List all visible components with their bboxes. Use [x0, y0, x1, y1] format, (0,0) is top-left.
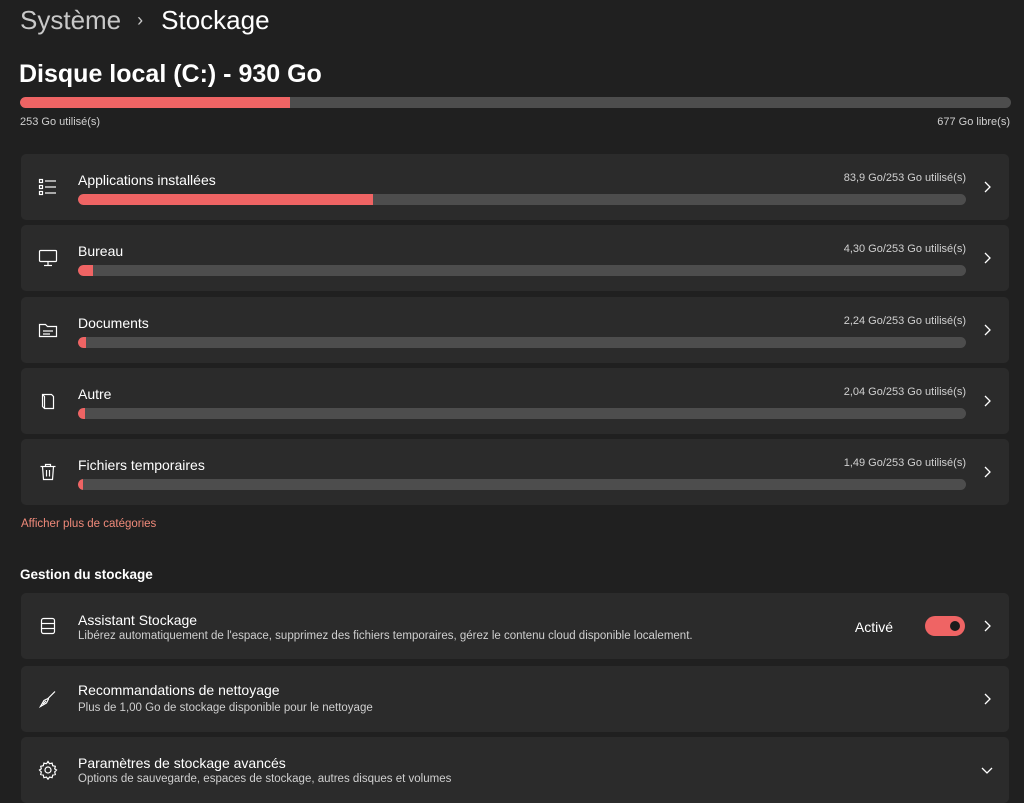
breadcrumb-separator-icon: › — [137, 9, 144, 30]
cleanup-recommendations-card[interactable]: Recommandations de nettoyage Plus de 1,0… — [21, 666, 1009, 732]
chevron-right-icon — [979, 250, 995, 266]
storage-drive-icon — [38, 616, 58, 636]
storage-sense-title: Assistant Stockage — [78, 612, 198, 628]
chevron-right-icon — [979, 179, 995, 195]
section-title-gestion: Gestion du stockage — [20, 567, 153, 582]
cleanup-recommendations-subtitle: Plus de 1,00 Go de stockage disponible p… — [78, 702, 373, 714]
category-usage: 4,30 Go/253 Go utilisé(s) — [843, 243, 966, 255]
category-usage: 2,24 Go/253 Go utilisé(s) — [843, 315, 966, 327]
chevron-right-icon — [979, 618, 995, 634]
chevron-right-icon — [979, 464, 995, 480]
category-usage-bar — [78, 194, 966, 205]
category-usage-fill — [78, 479, 84, 490]
category-label: Autre — [78, 386, 112, 402]
advanced-storage-settings-title: Paramètres de stockage avancés — [78, 755, 286, 771]
category-usage-bar — [78, 408, 966, 419]
category-usage-bar — [78, 479, 966, 490]
folder-icon — [38, 320, 58, 340]
gear-icon — [38, 760, 58, 780]
monitor-icon — [38, 248, 58, 268]
category-card-autre[interactable]: Autre 2,04 Go/253 Go utilisé(s) — [21, 368, 1009, 434]
chevron-right-icon — [979, 393, 995, 409]
category-usage-fill — [78, 408, 86, 419]
advanced-storage-settings-card[interactable]: Paramètres de stockage avancés Options d… — [21, 737, 1009, 803]
broom-icon — [38, 689, 58, 709]
show-more-categories-link[interactable]: Afficher plus de catégories — [21, 518, 156, 530]
advanced-storage-settings-subtitle: Options de sauvegarde, espaces de stocka… — [78, 773, 452, 785]
trash-icon — [38, 462, 58, 482]
disk-free-label: 677 Go libre(s) — [937, 116, 1010, 128]
chevron-right-icon — [979, 691, 995, 707]
storage-sense-subtitle: Libérez automatiquement de l'espace, sup… — [78, 630, 693, 642]
category-label: Applications installées — [78, 172, 216, 188]
category-card-documents[interactable]: Documents 2,24 Go/253 Go utilisé(s) — [21, 297, 1009, 363]
toggle-knob — [950, 621, 960, 631]
storage-sense-card[interactable]: Assistant Stockage Libérez automatiqueme… — [21, 593, 1009, 659]
category-label: Fichiers temporaires — [78, 457, 205, 473]
category-usage: 83,9 Go/253 Go utilisé(s) — [843, 172, 966, 184]
chevron-right-icon — [979, 322, 995, 338]
disk-title: Disque local (C:) - 930 Go — [19, 60, 322, 88]
category-label: Documents — [78, 315, 149, 331]
document-icon — [38, 391, 58, 411]
disk-used-label: 253 Go utilisé(s) — [20, 116, 101, 128]
category-usage-fill — [78, 194, 373, 205]
apps-list-icon — [38, 177, 58, 197]
category-usage-fill — [78, 265, 94, 276]
chevron-down-icon[interactable] — [979, 762, 995, 778]
disk-usage-fill — [20, 97, 290, 108]
category-usage-bar — [78, 337, 966, 348]
category-usage-bar — [78, 265, 966, 276]
category-usage: 1,49 Go/253 Go utilisé(s) — [843, 457, 966, 469]
storage-sense-toggle[interactable] — [925, 616, 965, 636]
category-card-bureau[interactable]: Bureau 4,30 Go/253 Go utilisé(s) — [21, 225, 1009, 291]
cleanup-recommendations-title: Recommandations de nettoyage — [78, 682, 280, 698]
page-title: Stockage — [161, 4, 270, 35]
category-usage: 2,04 Go/253 Go utilisé(s) — [843, 386, 966, 398]
category-usage-fill — [78, 337, 86, 348]
breadcrumb: Système › Stockage — [20, 4, 270, 36]
breadcrumb-systeme[interactable]: Système — [20, 5, 121, 36]
category-label: Bureau — [78, 243, 124, 259]
disk-usage-bar — [20, 97, 1011, 108]
category-card-applications[interactable]: Applications installées 83,9 Go/253 Go u… — [21, 154, 1009, 220]
storage-sense-toggle-label: Activé — [854, 619, 893, 635]
category-card-fichiers-temporaires[interactable]: Fichiers temporaires 1,49 Go/253 Go util… — [21, 439, 1009, 505]
